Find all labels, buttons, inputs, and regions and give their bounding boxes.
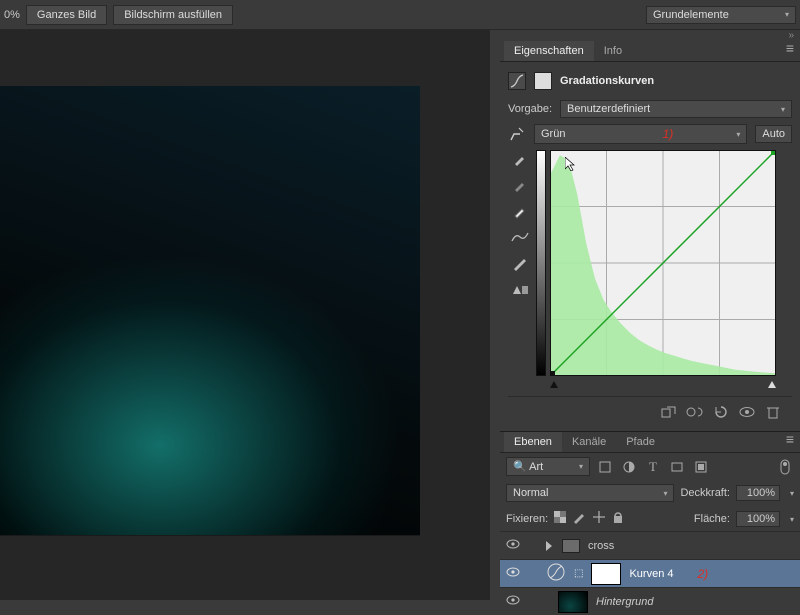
group-expand-caret[interactable] <box>546 541 554 551</box>
eyedropper-white-icon[interactable] <box>510 202 530 220</box>
filter-pixel-icon[interactable] <box>596 459 614 475</box>
annotation-2: 2) <box>697 567 708 581</box>
layer-kurven-4[interactable]: ⬚ Kurven 4 2) <box>500 559 800 587</box>
filter-shape-icon[interactable] <box>668 459 686 475</box>
fill-label: Fläche: <box>694 513 730 525</box>
eyedropper-black-icon[interactable] <box>510 150 530 168</box>
opacity-stepper[interactable] <box>784 487 794 499</box>
zoom-level[interactable]: 0% <box>4 9 20 21</box>
fill-screen-button[interactable]: Bildschirm ausfüllen <box>113 5 233 25</box>
smooth-curve-icon[interactable] <box>510 228 530 246</box>
image-preview[interactable] <box>0 86 420 536</box>
preset-select[interactable]: Benutzerdefiniert <box>560 100 792 118</box>
channel-select[interactable]: Grün 1) <box>534 124 747 144</box>
curves-graph[interactable] <box>550 150 776 376</box>
layer-filter-select[interactable]: 🔍 Art <box>506 457 590 476</box>
input-black-slider[interactable] <box>550 381 558 388</box>
output-gradient <box>536 150 546 376</box>
auto-button[interactable]: Auto <box>755 125 792 143</box>
lock-label: Fixieren: <box>506 513 548 525</box>
layer-name[interactable]: Kurven 4 <box>629 568 673 580</box>
properties-footer <box>508 396 792 425</box>
filter-adjustment-icon[interactable] <box>620 459 638 475</box>
lock-all-icon[interactable] <box>612 510 624 527</box>
trash-icon[interactable] <box>764 405 782 419</box>
options-bar: 0% Ganzes Bild Bildschirm ausfüllen Grun… <box>0 0 800 30</box>
panel-menu-icon[interactable]: ≡ <box>780 41 800 61</box>
layer-list: cross ⬚ Kurven 4 2) Hintergrund <box>500 531 800 615</box>
tab-paths[interactable]: Pfade <box>616 432 665 452</box>
clip-to-layer-icon[interactable] <box>510 280 530 298</box>
layer-hintergrund[interactable]: Hintergrund <box>500 587 800 615</box>
layer-group-cross[interactable]: cross <box>500 531 800 559</box>
visibility-toggle[interactable] <box>506 539 520 553</box>
canvas-area[interactable] <box>0 30 490 600</box>
folder-icon <box>562 539 580 553</box>
lock-transparent-icon[interactable] <box>554 511 566 526</box>
layers-menu-icon[interactable]: ≡ <box>780 432 800 452</box>
pencil-curve-icon[interactable] <box>510 254 530 272</box>
clip-icon[interactable] <box>660 405 678 419</box>
layer-name[interactable]: cross <box>588 540 614 552</box>
visibility-toggle[interactable] <box>506 595 520 609</box>
workspace-select[interactable]: Grundelemente <box>646 6 796 24</box>
reset-icon[interactable] <box>712 405 730 419</box>
mask-thumb[interactable] <box>591 563 621 585</box>
curves-thumb-icon <box>546 562 566 585</box>
target-adjustment-icon[interactable] <box>508 125 526 143</box>
filter-toggle-icon[interactable] <box>776 459 794 475</box>
layer-thumb[interactable] <box>558 591 588 613</box>
link-icon[interactable]: ⬚ <box>574 568 583 579</box>
layer-name[interactable]: Hintergrund <box>596 596 653 608</box>
previous-state-icon[interactable] <box>686 405 704 419</box>
fit-image-button[interactable]: Ganzes Bild <box>26 5 107 25</box>
preset-label: Vorgabe: <box>508 103 552 115</box>
cursor-icon <box>565 157 577 171</box>
annotation-1: 1) <box>663 127 674 141</box>
layers-panel: Ebenen Kanäle Pfade ≡ 🔍 Art T Normal Dec… <box>500 431 800 615</box>
curves-adjustment-icon <box>508 72 526 90</box>
filter-type-icon[interactable]: T <box>644 459 662 475</box>
blend-mode-select[interactable]: Normal <box>506 484 674 502</box>
curve-tools <box>508 150 532 388</box>
fill-stepper[interactable] <box>784 513 794 525</box>
filter-smart-icon[interactable] <box>692 459 710 475</box>
eyedropper-gray-icon[interactable] <box>510 176 530 194</box>
visibility-icon[interactable] <box>738 405 756 419</box>
tab-channels[interactable]: Kanäle <box>562 432 616 452</box>
opacity-value[interactable]: 100% <box>736 485 780 501</box>
lock-pixels-icon[interactable] <box>572 510 586 527</box>
lock-position-icon[interactable] <box>592 510 606 527</box>
visibility-toggle[interactable] <box>506 567 520 581</box>
opacity-label: Deckkraft: <box>680 487 730 499</box>
tab-info[interactable]: Info <box>594 41 632 61</box>
properties-tabs: Eigenschaften Info ≡ <box>500 41 800 62</box>
adjustment-title: Gradationskurven <box>560 75 654 87</box>
panel-flyout-icon[interactable]: » <box>500 30 800 41</box>
mask-icon[interactable] <box>534 72 552 90</box>
tab-layers[interactable]: Ebenen <box>504 432 562 452</box>
properties-panel: Gradationskurven Vorgabe: Benutzerdefini… <box>500 62 800 431</box>
input-white-slider[interactable] <box>768 381 776 388</box>
fill-value[interactable]: 100% <box>736 511 780 527</box>
tab-properties[interactable]: Eigenschaften <box>504 41 594 61</box>
